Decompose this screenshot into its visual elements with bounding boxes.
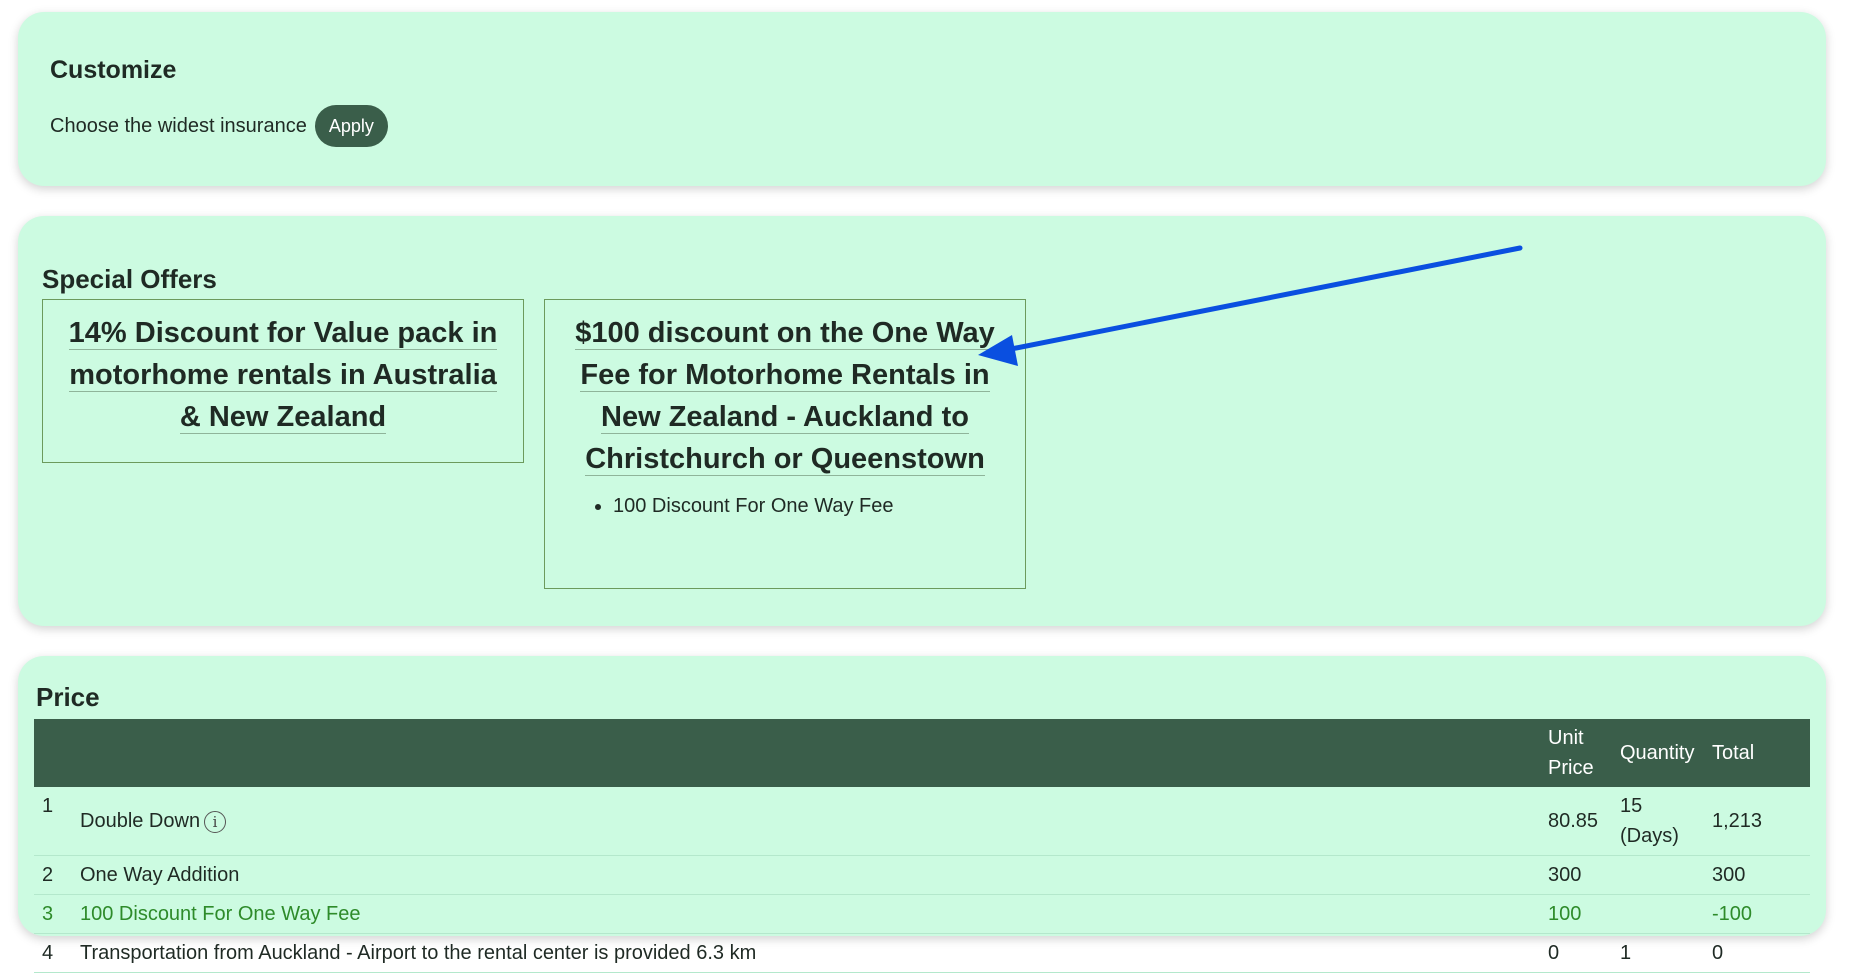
row-item-name: Double Down: [80, 810, 201, 832]
row-total: 0: [1704, 933, 1810, 973]
apply-button[interactable]: Apply: [314, 105, 388, 147]
row-unit-price: 80.85: [1540, 787, 1612, 856]
customize-card: Customize Choose the widest insurance Ap…: [18, 12, 1826, 186]
header-item: [72, 719, 1540, 787]
row-total: 1,213: [1704, 787, 1810, 856]
row-quantity: 15 (Days): [1612, 787, 1704, 856]
offer-bullet-item: 100 Discount For One Way Fee: [613, 492, 1005, 520]
header-unit-price: Unit Price: [1540, 719, 1612, 787]
info-icon[interactable]: i: [204, 810, 227, 833]
offer-card: $100 discount on the One Way Fee for Mot…: [544, 299, 1026, 589]
row-quantity: [1612, 855, 1704, 895]
row-item-name: Transportation from Auckland - Airport t…: [72, 933, 1540, 973]
row-unit-price: 0: [1540, 933, 1612, 973]
special-offers-card: Special Offers 14% Discount for Value pa…: [18, 216, 1826, 626]
row-quantity: [1612, 894, 1704, 934]
row-item-name: 100 Discount For One Way Fee: [72, 894, 1540, 934]
header-num: [34, 719, 72, 787]
offer-title-link[interactable]: $100 discount on the One Way Fee for Mot…: [575, 317, 995, 476]
insurance-label: Choose the widest insurance: [50, 114, 307, 137]
header-quantity: Quantity: [1612, 719, 1704, 787]
row-unit-price: 100: [1540, 894, 1612, 934]
special-offers-title: Special Offers: [42, 264, 217, 294]
row-quantity: 1: [1612, 933, 1704, 973]
row-item-name: One Way Addition: [72, 855, 1540, 895]
price-table: Unit Price Quantity Total 1 Double Down i…: [34, 719, 1810, 973]
price-table-header: Unit Price Quantity Total: [34, 719, 1810, 787]
row-total: -100: [1704, 894, 1810, 934]
row-number: 1: [34, 787, 72, 856]
offer-bullet-list: 100 Discount For One Way Fee: [591, 492, 1005, 520]
insurance-row: Choose the widest insurance Apply: [50, 105, 1794, 147]
offer-title-link[interactable]: 14% Discount for Value pack in motorhome…: [68, 317, 498, 434]
table-row: 2 One Way Addition 300 300: [34, 855, 1810, 895]
row-total: 300: [1704, 855, 1810, 895]
table-row: 3 100 Discount For One Way Fee 100 -100: [34, 894, 1810, 934]
offer-card: 14% Discount for Value pack in motorhome…: [42, 299, 524, 463]
header-total: Total: [1704, 719, 1810, 787]
row-number: 3: [34, 894, 72, 934]
table-row: 1 Double Down i 80.85 15 (Days) 1,213: [34, 787, 1810, 856]
row-number: 2: [34, 855, 72, 895]
table-row: 4 Transportation from Auckland - Airport…: [34, 933, 1810, 973]
price-title: Price: [36, 682, 100, 712]
row-unit-price: 300: [1540, 855, 1612, 895]
customize-title: Customize: [50, 56, 177, 84]
row-item: Double Down i: [72, 787, 1540, 856]
row-number: 4: [34, 933, 72, 973]
price-card: Price Unit Price Quantity Total 1 Double…: [18, 656, 1826, 973]
